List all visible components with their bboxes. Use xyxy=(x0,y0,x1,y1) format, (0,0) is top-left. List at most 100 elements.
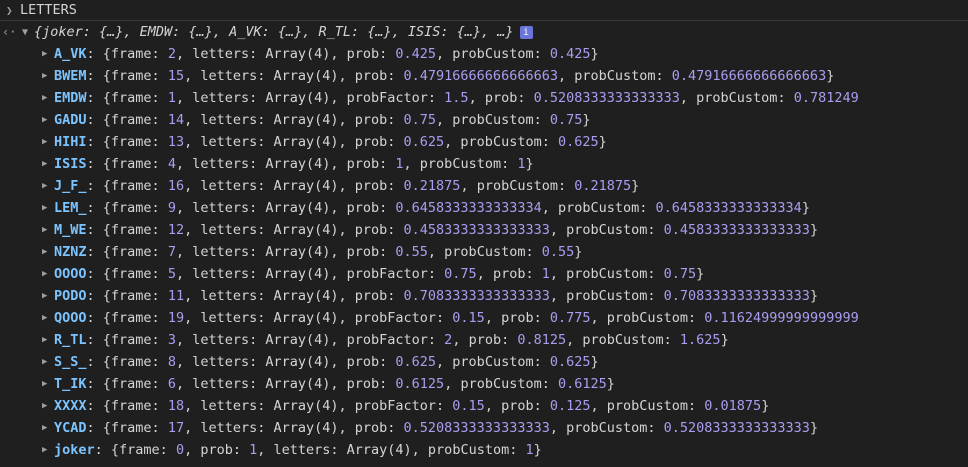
value-text: , probCustom: xyxy=(549,288,664,304)
value-text: , prob: xyxy=(468,90,534,106)
property-key: R_TL xyxy=(54,332,87,348)
property-row[interactable]: ▶ S_S_: {frame: 8, letters: Array(4), pro… xyxy=(0,351,968,373)
number-value: 0.781249 xyxy=(793,90,859,106)
property-row[interactable]: ▶ EMDW: {frame: 1, letters: Array(4), pro… xyxy=(0,87,968,109)
value-text: } xyxy=(801,200,810,216)
value-text: , probCustom: xyxy=(557,68,672,84)
value-text: , prob: xyxy=(476,266,542,282)
property-value: {frame: 4, letters: Array(4), prob: 1, p… xyxy=(103,156,534,172)
key-separator: : xyxy=(86,46,103,62)
property-row[interactable]: ▶ HIHI: {frame: 13, letters: Array(4), pr… xyxy=(0,131,968,153)
number-value: 0.75 xyxy=(549,112,583,128)
value-text: , letters: Array(4), prob: xyxy=(175,156,396,172)
property-key: S_S_ xyxy=(54,354,87,370)
property-row[interactable]: ▶ ISIS: {frame: 4, letters: Array(4), pro… xyxy=(0,153,968,175)
number-value: 0.6125 xyxy=(395,376,445,392)
property-row[interactable]: ▶ joker: {frame: 0, prob: 1, letters: Arr… xyxy=(0,439,968,461)
expand-triangle-icon[interactable]: ▶ xyxy=(42,115,54,125)
expand-triangle-icon[interactable]: ▶ xyxy=(42,335,54,345)
value-text: {frame: xyxy=(102,354,168,370)
number-value: 18 xyxy=(167,398,185,414)
number-value: 0.5208333333333333 xyxy=(663,420,810,436)
number-value: 1.5 xyxy=(444,90,469,106)
property-row[interactable]: ▶ R_TL: {frame: 3, letters: Array(4), pro… xyxy=(0,329,968,351)
property-row[interactable]: ▶ GADU: {frame: 14, letters: Array(4), pr… xyxy=(0,109,968,131)
console-group-header[interactable]: ❯ LETTERS xyxy=(0,0,968,21)
number-value: 0.625 xyxy=(549,354,591,370)
number-value: 1.625 xyxy=(679,332,721,348)
number-value: 0.425 xyxy=(395,46,437,62)
expand-triangle-icon[interactable]: ▶ xyxy=(42,401,54,411)
expand-triangle-icon[interactable]: ▶ xyxy=(42,291,54,301)
chevron-right-icon[interactable]: ❯ xyxy=(6,4,20,17)
number-value: 4 xyxy=(167,156,176,172)
value-text: , prob: xyxy=(452,332,518,348)
expand-triangle-icon[interactable]: ▶ xyxy=(42,445,54,455)
expand-triangle-icon[interactable]: ▶ xyxy=(42,71,54,81)
value-text: } xyxy=(590,354,599,370)
property-value: {frame: 13, letters: Array(4), prob: 0.6… xyxy=(103,134,607,150)
value-text: , probCustom: xyxy=(436,354,550,370)
key-separator: : xyxy=(86,178,103,194)
property-key: HIHI xyxy=(54,134,87,150)
value-text: {frame: xyxy=(102,332,168,348)
expand-triangle-icon[interactable]: ▶ xyxy=(42,269,54,279)
property-row[interactable]: ▶ YCAD: {frame: 17, letters: Array(4), pr… xyxy=(0,417,968,439)
property-key: GADU xyxy=(54,112,87,128)
expand-triangle-icon[interactable]: ▶ xyxy=(42,423,54,433)
expand-triangle-icon[interactable]: ▶ xyxy=(42,225,54,235)
number-value: 0.7083333333333333 xyxy=(403,288,550,304)
number-value: 0.8125 xyxy=(517,332,567,348)
property-key: YCAD xyxy=(54,420,87,436)
value-text: {frame: xyxy=(110,442,176,458)
value-text: , letters: Array(4), prob: xyxy=(184,420,404,436)
value-text: , letters: Array(4), probCustom: xyxy=(257,442,526,458)
summary-text: {joker: {…}, EMDW: {…}, A_VK: {…}, R_TL:… xyxy=(34,24,514,40)
expand-triangle-icon[interactable]: ▶ xyxy=(42,313,54,323)
expand-triangle-icon[interactable]: ▶ xyxy=(42,181,54,191)
number-value: 0.775 xyxy=(549,310,591,326)
info-icon[interactable]: i xyxy=(519,25,533,39)
expand-triangle-icon[interactable]: ▶ xyxy=(42,93,54,103)
property-key: joker xyxy=(54,442,95,458)
expand-triangle-icon[interactable]: ▶ xyxy=(42,159,54,169)
property-row[interactable]: ▶ NZNZ: {frame: 7, letters: Array(4), pro… xyxy=(0,241,968,263)
property-row[interactable]: ▶ M_WE: {frame: 12, letters: Array(4), pr… xyxy=(0,219,968,241)
value-text: } xyxy=(761,398,770,414)
number-value: 0 xyxy=(175,442,185,458)
property-row[interactable]: ▶ QOOO: {frame: 19, letters: Array(4), pr… xyxy=(0,307,968,329)
key-separator: : xyxy=(86,200,103,216)
property-row[interactable]: ▶ A_VK: {frame: 2, letters: Array(4), pro… xyxy=(0,43,968,65)
expand-triangle-icon[interactable]: ▶ xyxy=(42,137,54,147)
number-value: 15 xyxy=(167,68,185,84)
number-value: 0.625 xyxy=(557,134,599,150)
value-text: , letters: Array(4), probFactor: xyxy=(175,332,445,348)
value-text: , letters: Array(4), prob: xyxy=(175,46,396,62)
property-row[interactable]: ▶ BWEM: {frame: 15, letters: Array(4), pr… xyxy=(0,65,968,87)
value-text: {frame: xyxy=(102,90,168,106)
property-row[interactable]: ▶ J_F_: {frame: 16, letters: Array(4), pr… xyxy=(0,175,968,197)
expand-triangle-icon[interactable]: ▶ xyxy=(42,203,54,213)
expand-triangle-icon[interactable]: ▶ xyxy=(42,247,54,257)
value-text: , letters: Array(4), prob: xyxy=(184,288,404,304)
property-row[interactable]: ▶ T_IK: {frame: 6, letters: Array(4), pro… xyxy=(0,373,968,395)
object-summary[interactable]: ‹· ▼ {joker: {…}, EMDW: {…}, A_VK: {…}, … xyxy=(0,21,968,43)
number-value: 1 xyxy=(167,90,176,106)
value-text: } xyxy=(606,376,615,392)
expand-triangle-icon[interactable]: ▶ xyxy=(42,379,54,389)
expand-triangle-icon[interactable]: ▼ xyxy=(22,27,34,38)
property-row[interactable]: ▶ PODO: {frame: 11, letters: Array(4), pr… xyxy=(0,285,968,307)
expand-triangle-icon[interactable]: ▶ xyxy=(42,357,54,367)
number-value: 12 xyxy=(167,222,185,238)
expand-triangle-icon[interactable]: ▶ xyxy=(42,49,54,59)
property-row[interactable]: ▶ XXXX: {frame: 18, letters: Array(4), pr… xyxy=(0,395,968,417)
property-value: {frame: 19, letters: Array(4), probFacto… xyxy=(103,310,859,326)
property-row[interactable]: ▶ OOOO: {frame: 5, letters: Array(4), pro… xyxy=(0,263,968,285)
property-key: A_VK xyxy=(54,46,87,62)
number-value: 0.21875 xyxy=(574,178,632,194)
property-row[interactable]: ▶ LEM_: {frame: 9, letters: Array(4), pro… xyxy=(0,197,968,219)
value-text: } xyxy=(696,266,705,282)
number-value: 8 xyxy=(167,354,176,370)
value-text: } xyxy=(720,332,729,348)
key-separator: : xyxy=(86,156,103,172)
